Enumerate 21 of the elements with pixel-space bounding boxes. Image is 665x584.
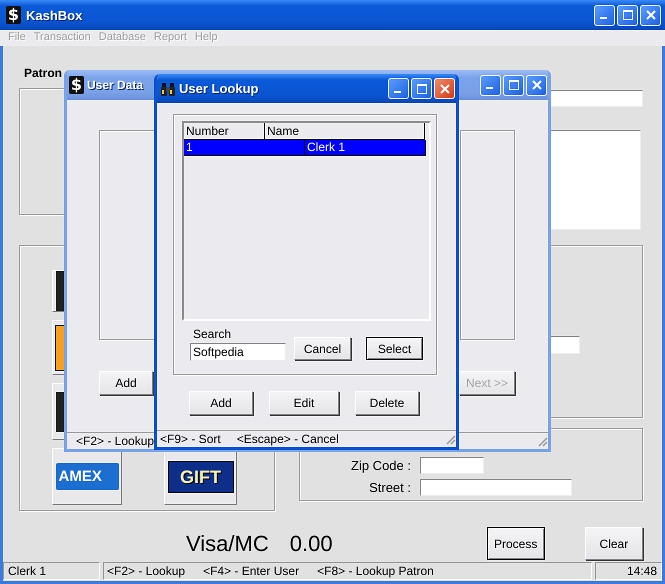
patron-label: Patron [24,66,64,80]
status-hint: <F4> - Enter User [203,564,300,578]
table-cell: 1 [184,140,305,155]
payment-type: Visa/MC [186,530,269,556]
window-title: User Lookup [179,81,258,96]
window-title: User Data [87,78,144,92]
field-label: Zip Code : [350,458,411,473]
status-hint: <F9> - Sort [160,432,221,446]
search-label: Search [193,327,232,341]
dollar-icon: $ [69,76,84,94]
table-cell-text: Clerk 1 [306,140,346,155]
status-hint: <F2> - Lookup [107,564,186,578]
status-clock: 14:48 [595,562,662,580]
window-title: KashBox [26,8,82,22]
status-hint: <F2> - Lookup [76,434,154,448]
status-hint: <F8> - Lookup Patron [317,564,434,578]
field-label: Street : [368,480,411,495]
status-user: Clerk 1 [3,562,100,580]
total-amount: 0.00 [290,530,333,556]
status-hint: <Escape> - Cancel [236,432,339,446]
dollar-icon: $ [6,6,21,24]
